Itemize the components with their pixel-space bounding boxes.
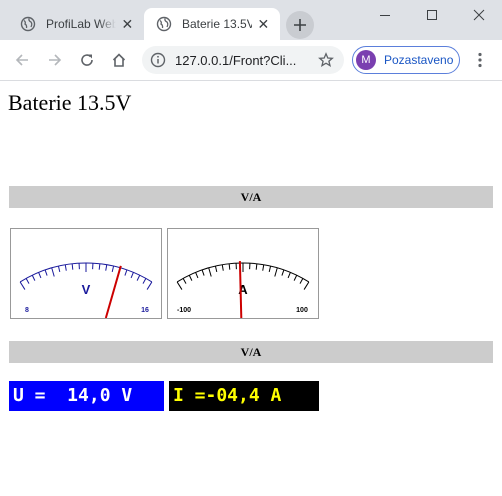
scale-tick (44, 269, 48, 276)
scale-tick (228, 263, 231, 270)
profile-button[interactable]: M Pozastaveno (352, 46, 460, 74)
scale-tick (64, 264, 67, 271)
scale-tick (124, 269, 128, 276)
scale-tick (274, 267, 278, 277)
address-bar[interactable]: 127.0.0.1/Front?Cli... (142, 46, 344, 74)
reload-icon (81, 54, 93, 66)
back-button[interactable] (10, 48, 34, 72)
tab-title: Baterie 13.5V (182, 17, 252, 31)
forward-arrow-icon (49, 54, 62, 66)
profile-status-label: Pozastaveno (384, 53, 454, 67)
scale-tick (281, 269, 285, 276)
globe-icon (156, 16, 172, 32)
scale-tick (188, 275, 193, 281)
tab-strip: ProfiLab Web ✕ Baterie 13.5V ✕ (0, 0, 502, 40)
page-title: Baterie 13.5V (8, 90, 132, 115)
scale-min-label: 8 (25, 307, 29, 314)
web-page: Baterie 13.5V V/A 8 16 V -100 100 A V/A U = … (0, 81, 502, 496)
scale-tick (268, 265, 272, 273)
scale-tick (287, 272, 291, 279)
back-arrow-icon (15, 54, 28, 66)
scale-tick (255, 263, 258, 270)
address-url[interactable]: 127.0.0.1/Front?Cli... (175, 53, 305, 68)
voltmeter: 8 16 V (10, 228, 162, 319)
needle (104, 265, 122, 319)
tab-title: ProfiLab Web (46, 17, 116, 31)
tab-baterie[interactable]: Baterie 13.5V ✕ (144, 8, 280, 40)
minimize-icon (380, 15, 390, 16)
home-button[interactable] (107, 48, 131, 72)
scale-min-label: -100 (177, 307, 191, 314)
close-icon (473, 9, 485, 21)
section-header: V/A (9, 341, 493, 363)
browser-menu-button[interactable] (468, 48, 492, 72)
scale-tick (136, 275, 141, 281)
scale-tick (146, 281, 153, 290)
globe-icon (20, 16, 36, 32)
scale-tick (182, 278, 187, 284)
scale-tick (208, 267, 212, 277)
reload-button[interactable] (75, 48, 99, 72)
voltage-display: U = 14,0 V (9, 381, 164, 411)
window-close-button[interactable] (456, 0, 502, 30)
scale-tick (111, 265, 115, 273)
ammeter: -100 100 A (167, 228, 319, 319)
scale-tick (19, 281, 26, 290)
more-vert-icon (478, 52, 482, 68)
bookmark-star-icon[interactable] (318, 52, 334, 68)
scale-tick (57, 265, 61, 273)
unit-label: V (82, 282, 91, 297)
scale-tick (25, 278, 30, 284)
new-tab-button[interactable] (286, 11, 314, 39)
scale-tick (195, 272, 199, 279)
scale-tick (142, 278, 147, 284)
close-tab-icon[interactable]: ✕ (256, 16, 271, 32)
home-icon (112, 53, 126, 67)
scale-max-label: 16 (141, 307, 149, 314)
scale-tick (98, 263, 101, 270)
scale-tick (31, 275, 36, 281)
tab-profilab-web[interactable]: ProfiLab Web ✕ (8, 8, 144, 40)
scale-max-label: 100 (296, 307, 308, 314)
close-tab-icon[interactable]: ✕ (120, 16, 135, 32)
scale-tick (176, 281, 183, 290)
maximize-button[interactable] (409, 0, 455, 30)
avatar: M (356, 50, 376, 70)
forward-button[interactable] (43, 48, 67, 72)
minimize-button[interactable] (362, 0, 408, 30)
ammeter-dial: -100 100A (176, 261, 310, 319)
maximize-icon (427, 10, 437, 20)
section-header: V/A (9, 186, 493, 208)
scale-tick (262, 264, 265, 271)
scale-tick (293, 275, 298, 281)
scale-tick (71, 263, 74, 270)
scale-tick (201, 269, 205, 276)
scale-tick (105, 264, 108, 271)
scale-tick (303, 281, 310, 290)
plus-icon (294, 19, 306, 31)
voltmeter-dial: 8 16 V (19, 262, 153, 319)
needle (238, 261, 243, 319)
current-display: I =-04,4 A (169, 381, 319, 411)
scale-tick (299, 278, 304, 284)
info-icon[interactable] (150, 52, 166, 68)
scale-tick (130, 272, 134, 279)
scale-tick (38, 272, 42, 279)
browser-toolbar: 127.0.0.1/Front?Cli... M Pozastaveno (0, 40, 502, 81)
scale-tick (51, 267, 55, 277)
scale-tick (214, 265, 218, 273)
scale-tick (221, 264, 224, 271)
